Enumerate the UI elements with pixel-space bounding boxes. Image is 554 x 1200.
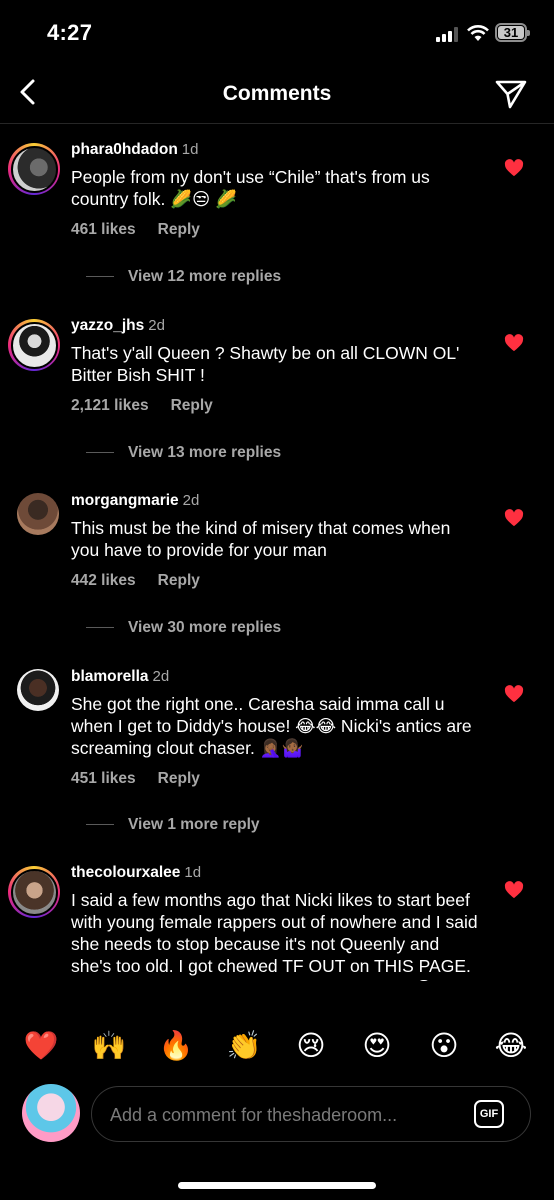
crying-face-emoji-icon[interactable]: 😢 — [289, 1023, 333, 1069]
comment-username[interactable]: yazzo_jhs — [71, 317, 144, 334]
comment-age: 2d — [148, 317, 165, 334]
heart-icon[interactable] — [504, 685, 524, 703]
paper-plane-icon[interactable] — [494, 78, 528, 110]
view-replies-button[interactable]: View 13 more replies — [86, 444, 281, 462]
divider — [86, 824, 114, 826]
comment-username[interactable]: phara0hdadon — [71, 141, 178, 158]
reply-button[interactable]: Reply — [158, 572, 200, 589]
raising-hands-emoji-icon[interactable]: 🙌 — [87, 1023, 131, 1069]
comment-body: morgangmarie 2d This must be the kind of … — [71, 491, 481, 590]
reply-button[interactable]: Reply — [158, 221, 200, 238]
view-replies-button[interactable]: View 1 more reply — [86, 816, 260, 834]
comment-username[interactable]: thecolourxalee — [71, 864, 180, 881]
heart-icon[interactable] — [504, 881, 524, 899]
home-indicator[interactable] — [178, 1182, 376, 1189]
comments-header: Comments — [0, 64, 554, 124]
comment-age: 1d — [184, 864, 202, 881]
view-replies-button[interactable]: View 30 more replies — [86, 619, 281, 637]
comment-username[interactable]: morgangmarie — [71, 492, 179, 509]
fire-emoji-icon[interactable]: 🔥 — [154, 1023, 198, 1069]
battery-level: 31 — [498, 26, 524, 39]
divider — [86, 627, 114, 629]
avatar[interactable] — [8, 866, 60, 918]
comment-composer: GIF — [0, 1078, 554, 1158]
divider — [86, 276, 114, 278]
avatar[interactable] — [8, 319, 60, 371]
comment-text: She got the right one.. Caresha said imm… — [71, 694, 472, 758]
comment-text: That's y'all Queen ? Shawty be on all CL… — [71, 343, 460, 385]
view-replies-label: View 13 more replies — [128, 444, 282, 461]
comment-body: thecolourxalee 1d I said a few months ago… — [71, 863, 481, 981]
comment-likes[interactable]: 451 likes — [71, 770, 136, 787]
cellular-signal-icon — [436, 27, 460, 42]
comment-text: This must be the kind of misery that com… — [71, 518, 451, 560]
status-bar: 4:27 31 — [0, 0, 554, 64]
comment-age: 2d — [152, 668, 170, 685]
avatar[interactable] — [17, 493, 59, 535]
current-user-avatar — [22, 1084, 80, 1142]
comment-input-box[interactable]: GIF — [91, 1086, 531, 1143]
view-replies-button[interactable]: View 12 more replies — [86, 268, 281, 286]
red-heart-emoji-icon[interactable]: ❤️ — [19, 1023, 63, 1069]
clapping-hands-emoji-icon[interactable]: 👏 — [222, 1023, 266, 1069]
laughing-tears-emoji-icon[interactable]: 😂 — [489, 1023, 533, 1069]
heart-icon[interactable] — [504, 509, 524, 527]
heart-icon[interactable] — [504, 334, 524, 352]
heart-icon[interactable] — [504, 159, 524, 177]
comment-text: I said a few months ago that Nicki likes… — [71, 890, 478, 981]
comment-body: blamorella 2d She got the right one.. Car… — [71, 667, 481, 788]
avatar[interactable] — [8, 143, 60, 195]
view-replies-label: View 1 more reply — [128, 816, 260, 833]
comment-username[interactable]: blamorella — [71, 668, 149, 685]
battery-icon: 31 — [495, 23, 530, 42]
comment-item: thecolourxalee 1d I said a few months ago… — [0, 863, 554, 981]
comment-likes[interactable]: 2,121 likes — [71, 397, 149, 414]
surprised-face-emoji-icon[interactable]: 😮 — [422, 1023, 466, 1069]
comment-body: phara0hdadon 1d People from ny don't use … — [71, 140, 481, 239]
quick-reaction-bar: ❤️ 🙌 🔥 👏 😢 😍 😮 😂 — [0, 1023, 554, 1073]
reply-button[interactable]: Reply — [171, 397, 213, 414]
comment-text: People from ny don't use “Chile” that's … — [71, 167, 430, 209]
status-time: 4:27 — [47, 20, 93, 45]
avatar[interactable] — [17, 669, 59, 711]
heart-eyes-emoji-icon[interactable]: 😍 — [355, 1023, 399, 1069]
comment-body: yazzo_jhs 2d That's y'all Queen ? Shawty … — [71, 316, 481, 415]
comment-likes[interactable]: 442 likes — [71, 572, 136, 589]
wifi-icon — [467, 25, 489, 41]
view-replies-label: View 12 more replies — [128, 268, 282, 285]
page-title: Comments — [222, 82, 332, 105]
reply-button[interactable]: Reply — [158, 770, 200, 787]
divider — [86, 452, 114, 454]
comment-age: 2d — [182, 492, 200, 509]
gif-button[interactable]: GIF — [474, 1100, 504, 1128]
view-replies-label: View 30 more replies — [128, 619, 282, 636]
comment-input[interactable] — [108, 1087, 452, 1143]
comment-age: 1d — [181, 141, 199, 158]
comment-likes[interactable]: 461 likes — [71, 221, 136, 238]
